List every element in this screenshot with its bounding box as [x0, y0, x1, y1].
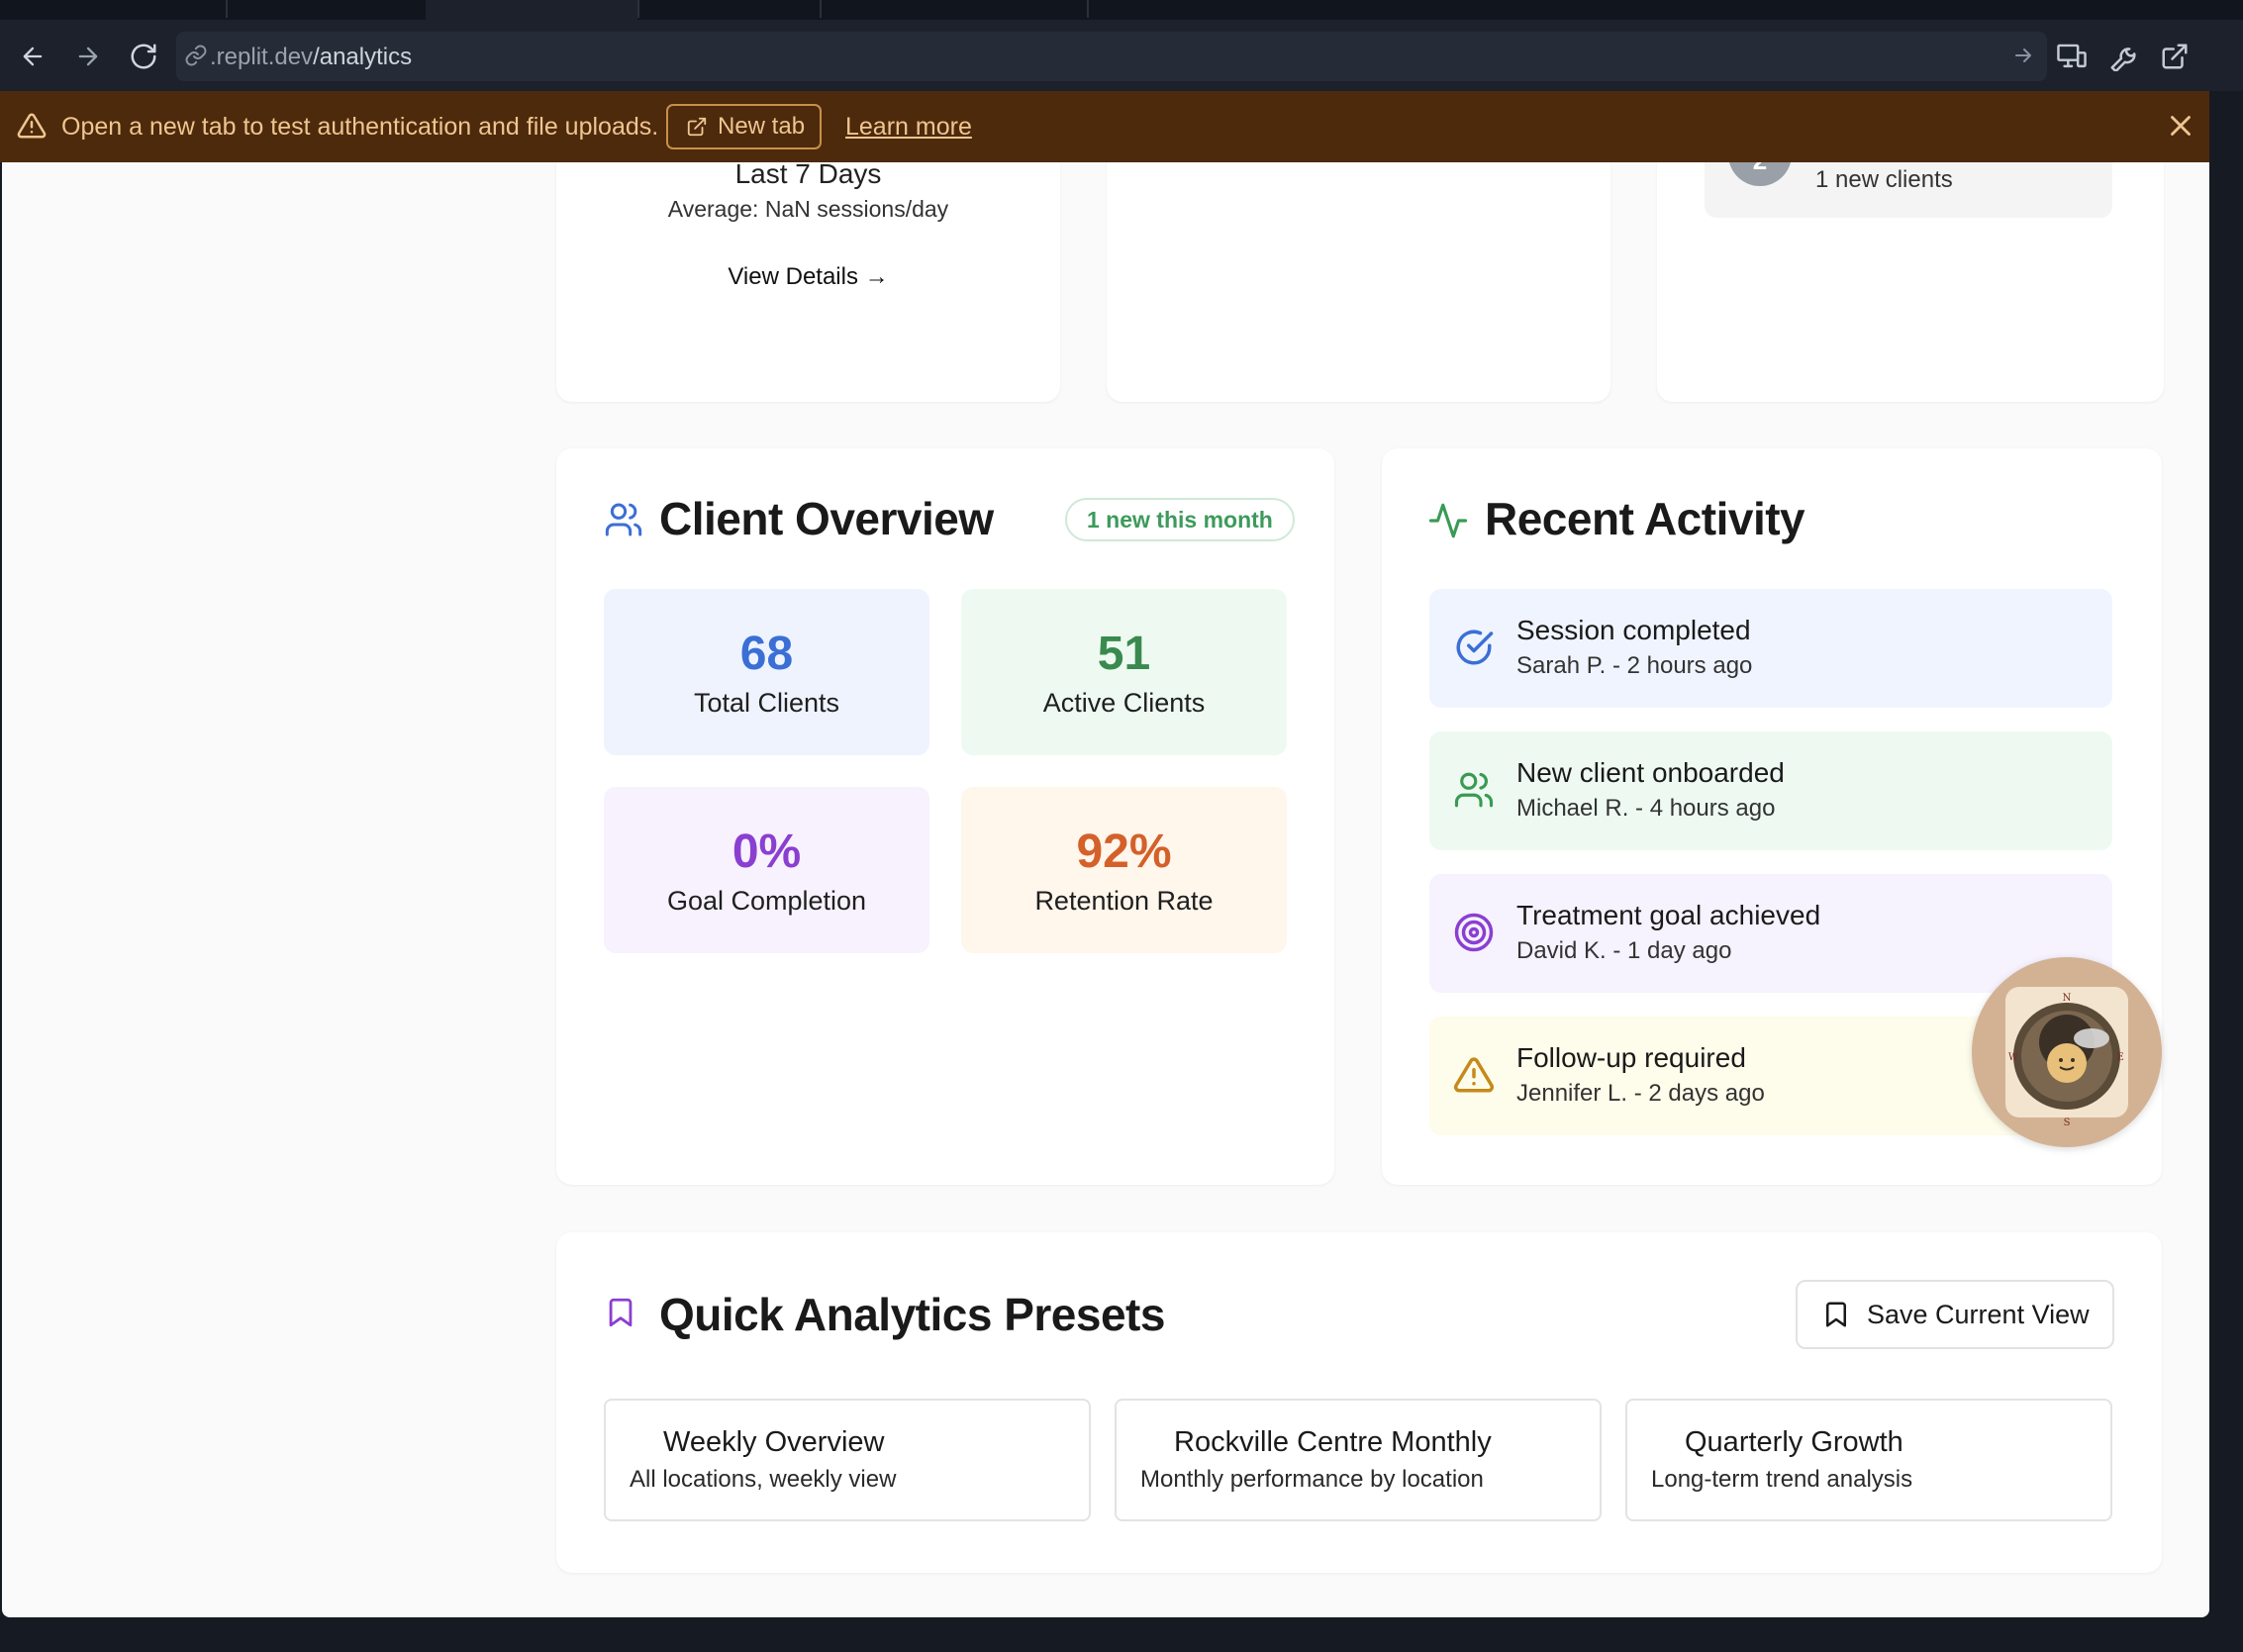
avatar: 2: [1728, 162, 1792, 186]
address-bar[interactable]: .replit.dev/analytics: [176, 32, 2047, 81]
open-external-button[interactable]: [2154, 36, 2195, 77]
bookmark-icon: [609, 1298, 633, 1327]
new-clients-row: 2 1 new clients: [1705, 162, 2112, 218]
forward-button[interactable]: [67, 36, 109, 77]
activity-subtitle: Jennifer L. - 2 days ago: [1516, 1080, 1765, 1107]
preset-rockville-centre-monthly[interactable]: Rockville Centre Monthly Monthly perform…: [1115, 1399, 1602, 1521]
wrench-icon: [2110, 48, 2136, 71]
activity-title: Follow-up required: [1516, 1042, 1746, 1073]
devtools-button[interactable]: [2102, 36, 2144, 77]
goal-completion-value: 0%: [731, 826, 802, 878]
sessions-average: Average: NaN sessions/day: [667, 196, 949, 222]
window-gutter: [2209, 91, 2243, 1652]
banner-message: Open a new tab to test authentication an…: [61, 113, 659, 141]
total-clients-value: 68: [739, 628, 794, 680]
preset-weekly-overview[interactable]: Weekly Overview All locations, weekly vi…: [604, 1399, 1091, 1521]
save-current-view-button[interactable]: Save Current View: [1796, 1280, 2114, 1349]
reload-button[interactable]: [123, 36, 164, 77]
new-tab-label: New tab: [718, 113, 806, 140]
active-clients-value: 51: [1097, 628, 1151, 680]
avatar-text: 2: [1753, 162, 1767, 176]
new-this-month-badge: 1 new this month: [1065, 498, 1295, 541]
compass-west: W: [2008, 1052, 2019, 1063]
activity-item[interactable]: New client onboarded Michael R. - 4 hour…: [1429, 731, 2112, 850]
url-text: .replit.dev/analytics: [210, 44, 412, 71]
check-circle-icon: [1456, 630, 1494, 665]
retention-rate-stat: 92% Retention Rate: [961, 787, 1287, 953]
auth-warning-banner: Open a new tab to test authentication an…: [0, 91, 2209, 162]
client-overview-title: Client Overview: [659, 493, 994, 544]
compass-south: S: [2064, 1118, 2071, 1128]
floating-compass-widget[interactable]: N S W E: [1972, 957, 2162, 1147]
quick-presets-card: Quick Analytics Presets Save Current Vie…: [556, 1232, 2162, 1573]
active-clients-stat: 51 Active Clients: [961, 589, 1287, 755]
new-tab-button[interactable]: New tab: [666, 104, 822, 149]
activity-subtitle: Sarah P. - 2 hours ago: [1516, 652, 1753, 679]
analytics-page: Last 7 Days Average: NaN sessions/day Vi…: [2, 162, 2209, 1617]
activity-title: Session completed: [1516, 615, 1751, 645]
link-icon: [185, 45, 207, 66]
external-link-icon: [2162, 44, 2188, 69]
bookmark-icon: [1826, 1302, 1846, 1327]
tab-separator: [1087, 0, 1089, 18]
preset-subtitle: Monthly performance by location: [1140, 1466, 1484, 1493]
preset-subtitle: All locations, weekly view: [630, 1466, 897, 1493]
reload-icon: [131, 44, 156, 69]
total-clients-label: Total Clients: [693, 688, 840, 718]
sessions-card: Last 7 Days Average: NaN sessions/day Vi…: [556, 162, 1060, 402]
go-arrow-icon[interactable]: [2011, 44, 2035, 67]
preset-title: Weekly Overview: [663, 1426, 885, 1458]
save-current-view-label: Save Current View: [1867, 1299, 2090, 1329]
activity-pulse-icon: [1428, 503, 1468, 538]
monitor-phone-icon: [2057, 44, 2087, 68]
browser-toolbar: .replit.dev/analytics: [0, 20, 2243, 91]
tab-separator: [820, 0, 822, 18]
activity-title: Treatment goal achieved: [1516, 900, 1821, 930]
users-icon: [1454, 772, 1494, 808]
back-button[interactable]: [12, 36, 53, 77]
learn-more-link[interactable]: Learn more: [845, 113, 972, 142]
preset-quarterly-growth[interactable]: Quarterly Growth Long-term trend analysi…: [1625, 1399, 2112, 1521]
preset-title: Rockville Centre Monthly: [1174, 1426, 1492, 1458]
new-clients-card: 2 1 new clients: [1657, 162, 2164, 402]
devices-button[interactable]: [2051, 36, 2093, 77]
recent-activity-title: Recent Activity: [1485, 493, 1805, 544]
alert-triangle-icon: [17, 113, 47, 139]
total-clients-stat: 68 Total Clients: [604, 589, 929, 755]
goal-completion-label: Goal Completion: [666, 886, 867, 916]
tab-separator: [637, 0, 639, 18]
goal-completion-stat: 0% Goal Completion: [604, 787, 929, 953]
activity-item[interactable]: Session completed Sarah P. - 2 hours ago: [1429, 589, 2112, 708]
external-link-icon: [687, 117, 707, 137]
tab-separator: [226, 0, 228, 18]
preset-subtitle: Long-term trend analysis: [1651, 1466, 1913, 1493]
active-clients-label: Active Clients: [1042, 688, 1206, 718]
client-overview-card: Client Overview 1 new this month 68 Tota…: [556, 448, 1334, 1185]
preset-title: Quarterly Growth: [1685, 1426, 1903, 1458]
browser-tab-strip: [0, 0, 2243, 20]
target-icon: [1454, 913, 1494, 952]
retention-rate-label: Retention Rate: [1034, 886, 1214, 916]
middle-summary-card: [1107, 162, 1610, 402]
quick-presets-title: Quick Analytics Presets: [659, 1289, 1165, 1340]
browser-tab-active[interactable]: [426, 0, 637, 20]
alert-triangle-icon: [1453, 1057, 1495, 1093]
new-clients-text: 1 new clients: [1815, 166, 1953, 193]
url-path: /analytics: [313, 44, 413, 70]
users-icon: [605, 503, 642, 536]
arrow-left-icon: [23, 47, 43, 66]
activity-title: New client onboarded: [1516, 757, 1785, 788]
activity-subtitle: David K. - 1 day ago: [1516, 937, 1732, 964]
compass-east: E: [2116, 1052, 2123, 1063]
url-host: .replit.dev: [210, 44, 314, 70]
sessions-period-title: Last 7 Days: [734, 162, 882, 189]
close-icon[interactable]: [2164, 109, 2197, 143]
view-details-link[interactable]: View Details →: [556, 263, 1060, 291]
activity-subtitle: Michael R. - 4 hours ago: [1516, 795, 1776, 822]
compass-north: N: [2063, 993, 2072, 1004]
arrow-right-icon: [78, 47, 98, 66]
retention-rate-value: 92%: [1076, 826, 1172, 878]
compass-icon: N S W E: [2005, 987, 2128, 1128]
